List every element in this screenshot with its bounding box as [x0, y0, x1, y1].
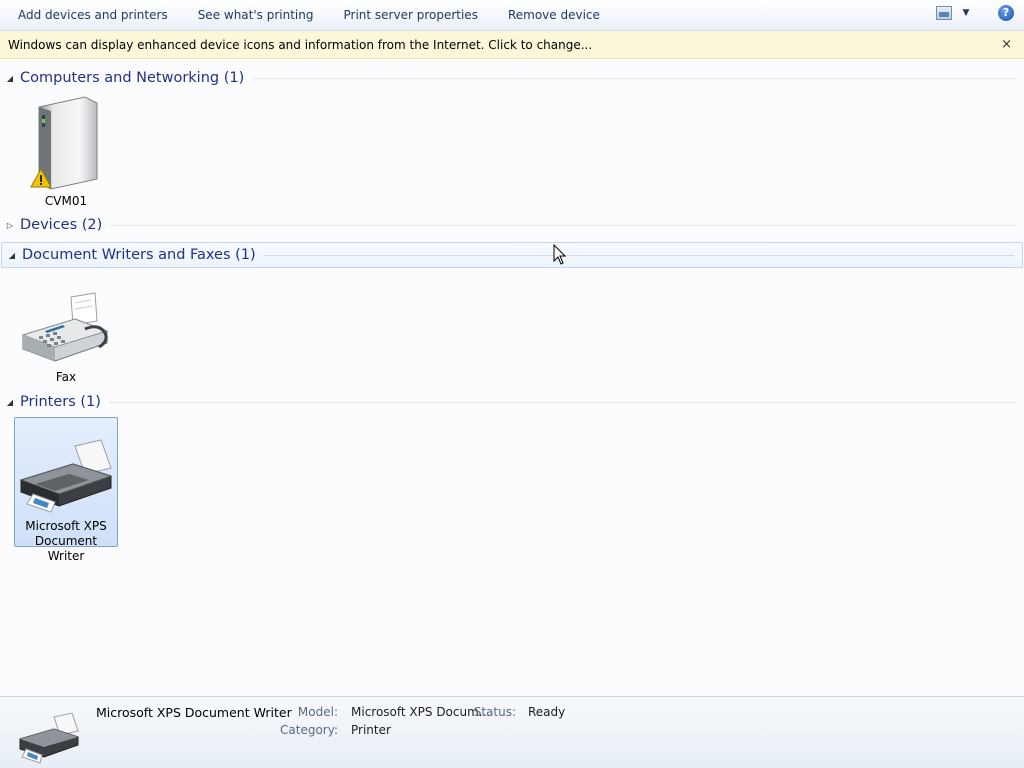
- add-devices-button[interactable]: Add devices and printers: [0, 3, 180, 27]
- collapse-triangle-icon[interactable]: ◢: [0, 398, 20, 407]
- info-bar[interactable]: Windows can display enhanced device icon…: [0, 31, 1024, 59]
- expand-triangle-icon[interactable]: ▷: [0, 221, 20, 230]
- model-label: Model:: [297, 705, 338, 719]
- command-bar: Add devices and printers See what's prin…: [0, 0, 1024, 31]
- group-divider: [108, 401, 1016, 403]
- device-tile-xps-writer[interactable]: Microsoft XPS Document Writer: [14, 417, 118, 563]
- close-icon[interactable]: ×: [1001, 37, 1012, 52]
- status-value: Ready: [528, 705, 566, 719]
- help-icon[interactable]: ?: [998, 5, 1014, 21]
- group-header-document-writers[interactable]: ◢ Document Writers and Faxes (1): [1, 242, 1023, 268]
- status-label: Status:: [473, 705, 516, 719]
- device-tile-fax[interactable]: Fax: [14, 290, 118, 384]
- mouse-cursor-icon: [553, 244, 567, 265]
- device-label-line1: Microsoft XPS: [25, 519, 107, 533]
- details-pane: Microsoft XPS Document Writer Model: Mic…: [0, 696, 1024, 768]
- collapse-triangle-icon[interactable]: ◢: [2, 251, 22, 260]
- group-header-devices[interactable]: ▷ Devices (2): [0, 212, 1024, 238]
- group-header-printers[interactable]: ◢ Printers (1): [0, 389, 1024, 415]
- category-label: Category:: [280, 723, 338, 737]
- device-label: CVM01: [44, 194, 88, 208]
- see-whats-printing-button[interactable]: See what's printing: [180, 3, 326, 27]
- group-title: Printers (1): [20, 394, 101, 410]
- group-header-computers[interactable]: ◢ Computers and Networking (1): [0, 65, 1024, 91]
- change-view-icon[interactable]: [936, 6, 952, 20]
- device-name: Microsoft XPS Document Writer: [96, 705, 292, 720]
- collapse-triangle-icon[interactable]: ◢: [0, 74, 20, 83]
- device-tile-cvm01[interactable]: CVM01: [14, 92, 118, 208]
- group-divider: [263, 254, 1014, 256]
- group-title: Computers and Networking (1): [20, 70, 245, 86]
- category-value: Printer: [351, 723, 391, 737]
- info-bar-message[interactable]: Windows can display enhanced device icon…: [8, 38, 592, 52]
- group-divider: [110, 224, 1016, 226]
- printer-icon: [19, 439, 113, 513]
- printer-thumbnail-icon: [19, 713, 79, 764]
- group-divider: [252, 77, 1016, 79]
- computer-tower-icon: [30, 96, 98, 190]
- group-title: Devices (2): [20, 217, 103, 233]
- toolbar-right-controls: ▼ ?: [936, 5, 1014, 21]
- fax-machine-icon: [21, 292, 109, 362]
- remove-device-button[interactable]: Remove device: [490, 3, 612, 27]
- group-title: Document Writers and Faxes (1): [22, 247, 256, 263]
- device-label-line2: Document Writer: [34, 534, 98, 563]
- device-label: Fax: [55, 370, 77, 384]
- chevron-down-icon[interactable]: ▼: [960, 8, 972, 18]
- print-server-properties-button[interactable]: Print server properties: [325, 3, 489, 27]
